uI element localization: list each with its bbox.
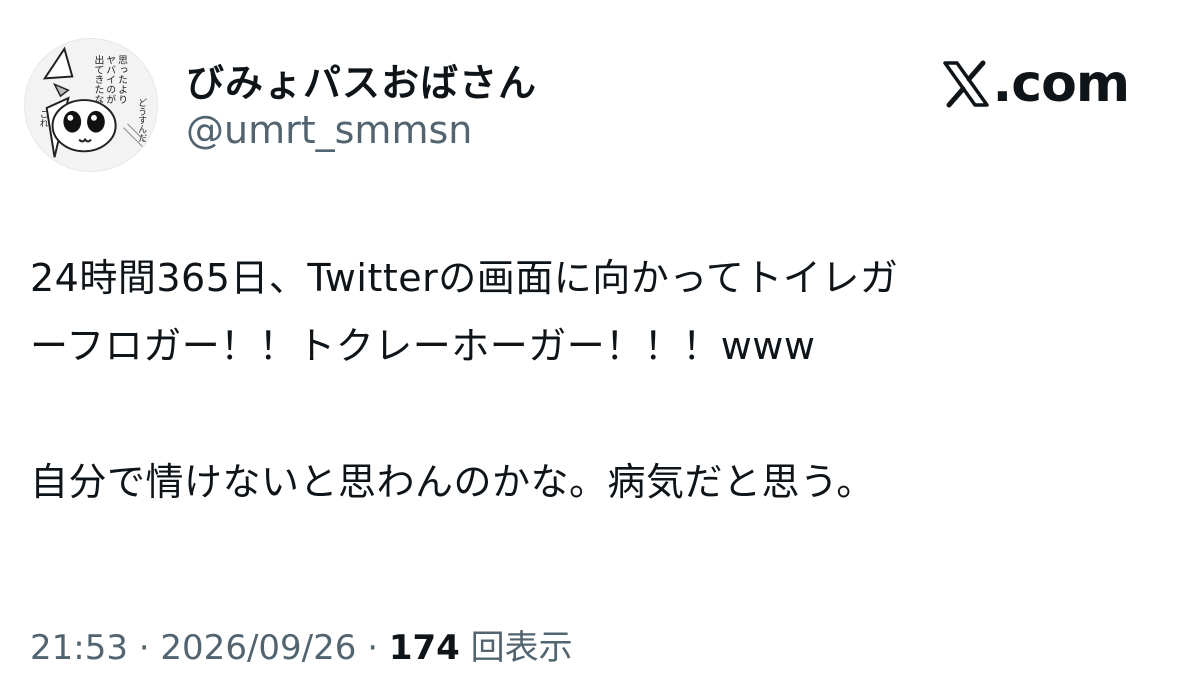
tweet-text: 24時間365日、Twitterの画面に向かってトイレガ ーフロガー！！トクレー… (30, 244, 1150, 516)
avatar-caption-4: どうすんだ (136, 98, 146, 143)
tweet-meta: 21:53 · 2026/09/26 · 174 回表示 (30, 620, 573, 669)
avatar-caption-2: ヤバイのが (104, 55, 116, 104)
avatar-caption-3: 出てきたな (92, 53, 104, 104)
brand-text: .com (992, 54, 1130, 114)
tweet-date[interactable]: 2026/09/26 (160, 628, 356, 668)
tweet-time[interactable]: 21:53 (30, 628, 128, 668)
tweet-line: ーフロガー！！トクレーホーガー！！！www (30, 324, 816, 368)
avatar-caption-1: 思ったより (116, 54, 128, 104)
tweet-line: 自分で情けないと思わんのかな。病気だと思う。 (30, 460, 875, 504)
tweet-line: 24時間365日、Twitterの画面に向かってトイレガ (30, 256, 899, 300)
x-logo-icon (942, 60, 989, 108)
views-count: 174 (388, 628, 460, 668)
manga-character-avatar-icon: 思ったより ヤバイのが 出てきたな どうすんだ これ (25, 39, 157, 171)
x-com-brand: .com (941, 58, 1130, 110)
meta-separator: · (138, 628, 150, 668)
avatar[interactable]: 思ったより ヤバイのが 出てきたな どうすんだ これ (24, 38, 158, 172)
avatar-caption-5: これ (38, 110, 48, 128)
views-label: 回表示 (470, 628, 573, 668)
user-handle[interactable]: @umrt_smmsn (186, 108, 472, 152)
meta-separator: · (367, 628, 379, 668)
tweet-card: 思ったより ヤバイのが 出てきたな どうすんだ これ びみょパスおばさん @um… (0, 0, 1179, 694)
brand-domain: com (1011, 54, 1130, 114)
display-name[interactable]: びみょパスおばさん (186, 52, 537, 107)
